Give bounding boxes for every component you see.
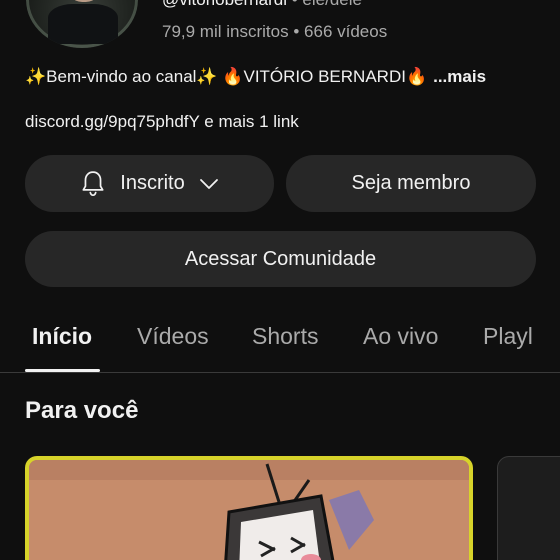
tab-videos[interactable]: Vídeos xyxy=(137,323,209,350)
description-text: ✨Bem-vindo ao canal✨ 🔥VITÓRIO BERNARDI🔥 xyxy=(25,67,428,86)
more-links[interactable]: e mais 1 link xyxy=(204,112,298,131)
tab-playlists[interactable]: Playl xyxy=(483,323,533,350)
member-label: Seja membro xyxy=(351,172,471,194)
subscribed-button[interactable]: Inscrito xyxy=(25,155,274,212)
chevron-down-icon xyxy=(199,178,218,189)
channel-handle-row: @vitoriobernardi • ele/dele xyxy=(162,0,362,10)
channel-description[interactable]: ✨Bem-vindo ao canal✨ 🔥VITÓRIO BERNARDI🔥.… xyxy=(25,67,486,87)
section-title: Para você xyxy=(25,397,139,424)
bell-icon xyxy=(82,170,104,196)
tab-live[interactable]: Ao vivo xyxy=(363,323,438,350)
tab-shorts[interactable]: Shorts xyxy=(252,323,318,350)
channel-avatar[interactable] xyxy=(26,0,138,48)
video-count: 666 vídeos xyxy=(304,22,388,41)
community-button[interactable]: Acessar Comunidade xyxy=(25,231,536,287)
tab-home[interactable]: Início xyxy=(32,323,92,350)
channel-handle: @vitoriobernardi xyxy=(162,0,287,9)
next-video-thumbnail[interactable] xyxy=(497,456,560,560)
channel-links[interactable]: discord.gg/9pq75phdfY e mais 1 link xyxy=(25,112,299,132)
channel-tabs: Início Vídeos Shorts Ao vivo Playl xyxy=(0,305,560,373)
active-tab-indicator xyxy=(25,369,100,372)
channel-link[interactable]: discord.gg/9pq75phdfY xyxy=(25,112,200,131)
more-link[interactable]: ...mais xyxy=(433,67,486,86)
separator-dot: • xyxy=(292,0,298,9)
community-label: Acessar Comunidade xyxy=(184,247,377,270)
thumbnail-illustration xyxy=(29,460,469,560)
join-member-button[interactable]: Seja membro xyxy=(286,155,536,212)
separator-dot: • xyxy=(293,22,300,41)
video-thumbnail[interactable] xyxy=(25,456,473,560)
subscriber-count: 79,9 mil inscritos xyxy=(162,22,289,41)
channel-stats: 79,9 mil inscritos • 666 vídeos xyxy=(162,22,387,42)
channel-pronouns: ele/dele xyxy=(302,0,362,9)
subscribed-label: Inscrito xyxy=(120,172,185,194)
